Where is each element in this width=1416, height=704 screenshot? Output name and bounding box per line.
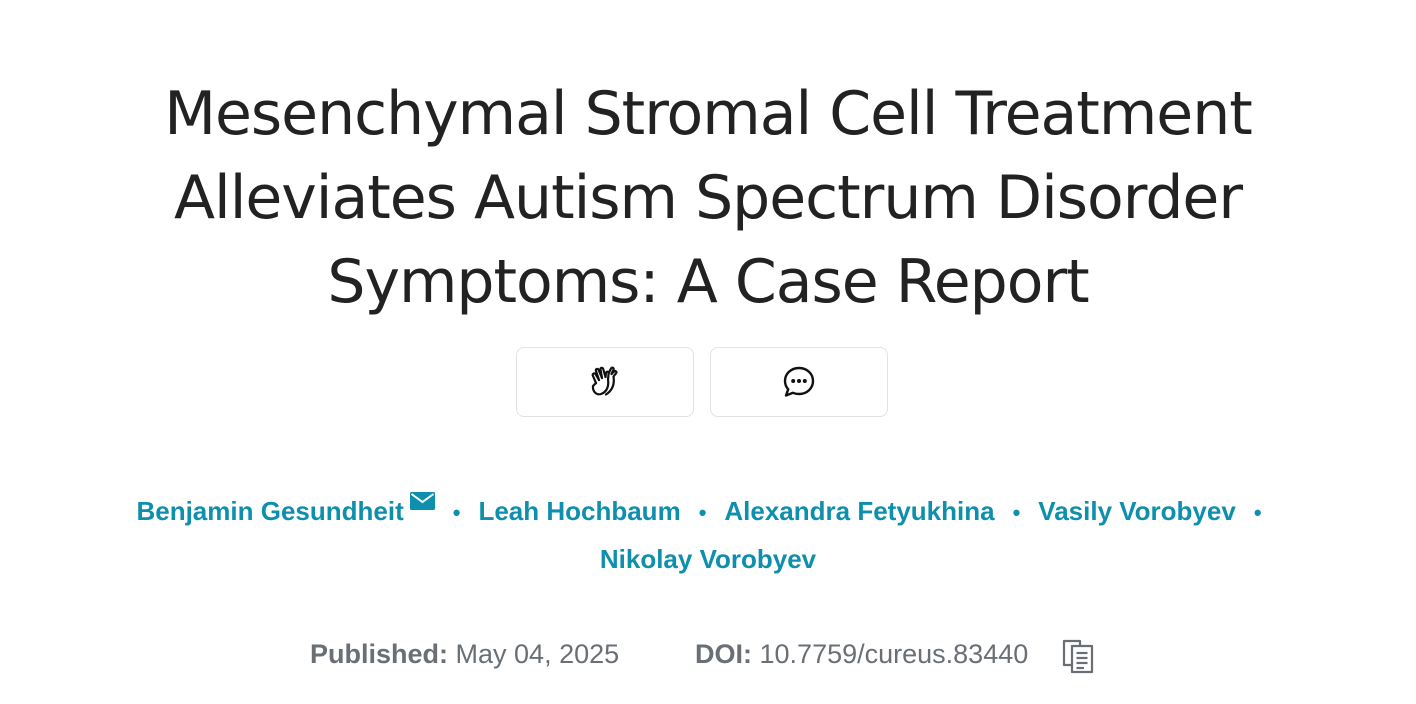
- author-link[interactable]: Nikolay Vorobyev: [600, 544, 816, 574]
- comment-icon: [781, 364, 817, 400]
- doi-label: DOI:: [695, 639, 752, 669]
- comment-button[interactable]: [710, 347, 888, 417]
- published-date: Published: May 04, 2025: [310, 634, 619, 674]
- author-link[interactable]: Leah Hochbaum: [478, 496, 680, 526]
- doi-value: 10.7759/cureus.83440: [759, 639, 1029, 669]
- author-separator: •: [698, 500, 707, 525]
- author-separator: •: [452, 500, 461, 525]
- author-link[interactable]: Vasily Vorobyev: [1038, 496, 1236, 526]
- article-meta: Published: May 04, 2025 DOI: 10.7759/cur…: [0, 634, 1416, 674]
- author-link[interactable]: Alexandra Fetyukhina: [724, 496, 994, 526]
- copy-doi-icon[interactable]: [1060, 638, 1098, 674]
- article-title: Mesenchymal Stromal Cell Treatment Allev…: [164, 79, 1253, 317]
- published-value: May 04, 2025: [455, 639, 620, 669]
- author-separator: •: [1253, 500, 1262, 525]
- article-actions: [516, 347, 892, 417]
- author-list: Benjamin Gesundheit • Leah Hochbaum • Alexan…: [60, 478, 1356, 582]
- article-header: Mesenchymal Stromal Cell Treatment Allev…: [0, 0, 1416, 704]
- doi: DOI: 10.7759/cureus.83440: [695, 634, 1028, 674]
- clap-button[interactable]: [516, 347, 694, 417]
- clap-icon: [586, 363, 624, 401]
- mail-icon[interactable]: [409, 478, 435, 524]
- author-link[interactable]: Benjamin Gesundheit: [136, 496, 403, 526]
- author-separator: •: [1012, 500, 1021, 525]
- published-label: Published:: [310, 639, 449, 669]
